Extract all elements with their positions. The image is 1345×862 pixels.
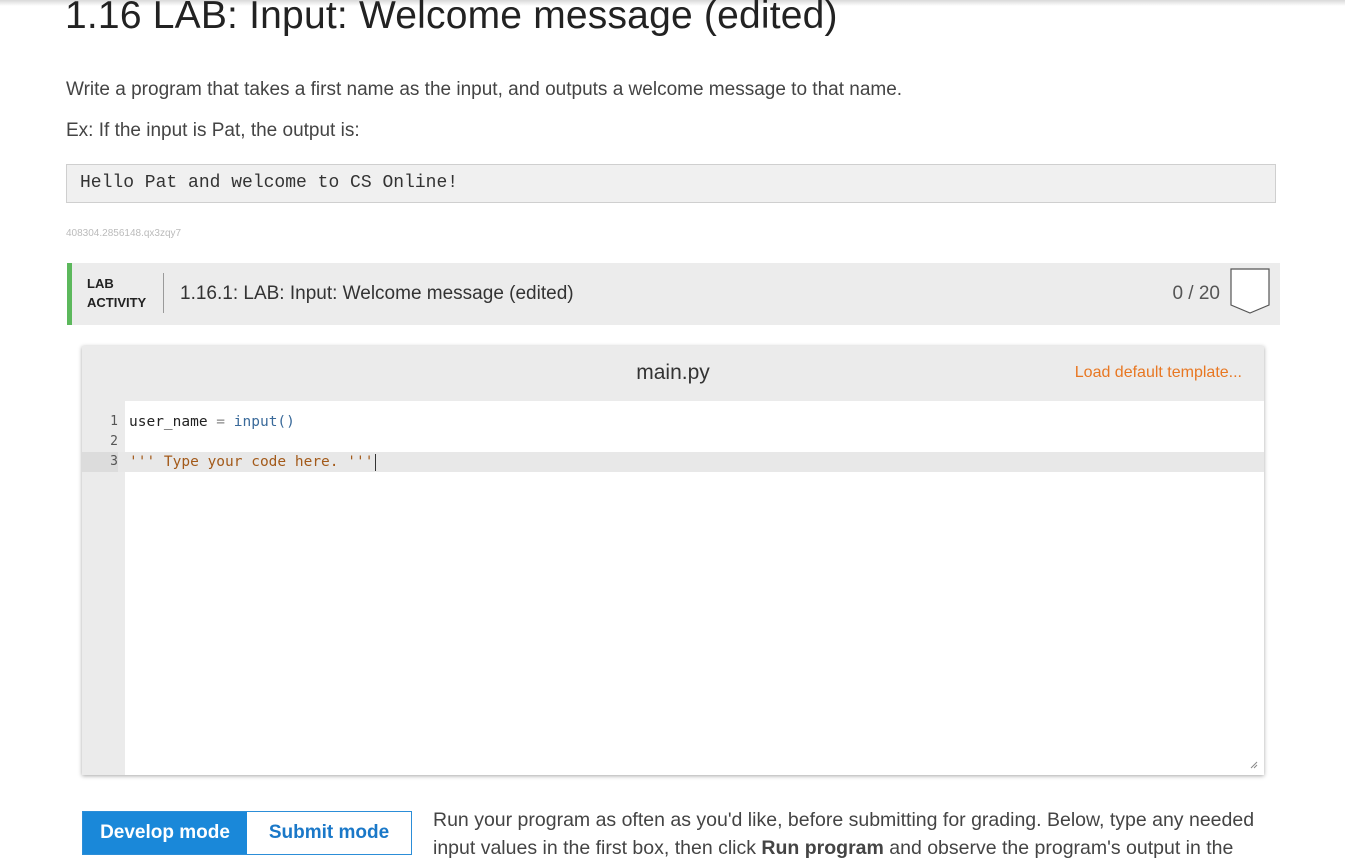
line-number: 1 xyxy=(110,414,118,429)
code-line-active[interactable]: 3 ''' Type your code here. ''' xyxy=(82,452,1264,472)
code-line[interactable]: 1 user_name = input() xyxy=(82,412,1264,432)
instructions-text-end: and observe the program's output in the xyxy=(883,837,1234,859)
line-text: ''' Type your code here. ''' xyxy=(129,452,377,472)
line-number: 3 xyxy=(82,452,118,472)
line-number: 2 xyxy=(110,434,118,449)
code-area[interactable]: 1 user_name = input() 2 3 ''' Type your … xyxy=(82,412,1264,472)
develop-mode-button[interactable]: Develop mode xyxy=(83,812,247,854)
run-program-emphasis: Run program xyxy=(761,837,884,859)
submit-mode-button[interactable]: Submit mode xyxy=(247,812,411,854)
code-editor: main.py Load default template... 1 user_… xyxy=(82,346,1264,775)
code-variable: user_name xyxy=(129,414,208,430)
header-divider xyxy=(163,273,164,313)
code-function-call: input() xyxy=(233,414,295,430)
mode-toggle: Develop mode Submit mode xyxy=(82,811,412,855)
resize-grip-icon[interactable] xyxy=(1248,759,1258,769)
lab-label-line1: LAB xyxy=(87,276,114,291)
lab-title: 1.16.1: LAB: Input: Welcome message (edi… xyxy=(180,283,574,304)
example-output-box: Hello Pat and welcome to CS Online! xyxy=(66,164,1276,203)
mode-instructions: Run your program as often as you'd like,… xyxy=(433,806,1263,862)
example-intro: Ex: If the input is Pat, the output is: xyxy=(66,120,360,141)
page-title: 1.16 LAB: Input: Welcome message (edited… xyxy=(65,0,838,37)
lab-activity-label: LAB ACTIVITY xyxy=(87,274,146,312)
completion-badge-icon xyxy=(1230,268,1270,314)
code-operator: = xyxy=(207,414,234,430)
text-cursor xyxy=(375,453,377,471)
activity-id-tag: 408304.2856148.qx3zqy7 xyxy=(66,228,182,239)
lab-activity-header: LAB ACTIVITY 1.16.1: LAB: Input: Welcome… xyxy=(67,263,1280,325)
line-text: user_name = input() xyxy=(129,412,295,432)
lab-label-line2: ACTIVITY xyxy=(87,295,147,310)
code-line[interactable]: 2 xyxy=(82,432,1264,452)
load-default-template-link[interactable]: Load default template... xyxy=(1075,364,1242,382)
problem-description: Write a program that takes a first name … xyxy=(66,79,903,100)
editor-header: main.py Load default template... xyxy=(82,346,1264,401)
score-display: 0 / 20 xyxy=(1172,283,1220,304)
code-string: ''' Type your code here. ''' xyxy=(129,454,374,470)
